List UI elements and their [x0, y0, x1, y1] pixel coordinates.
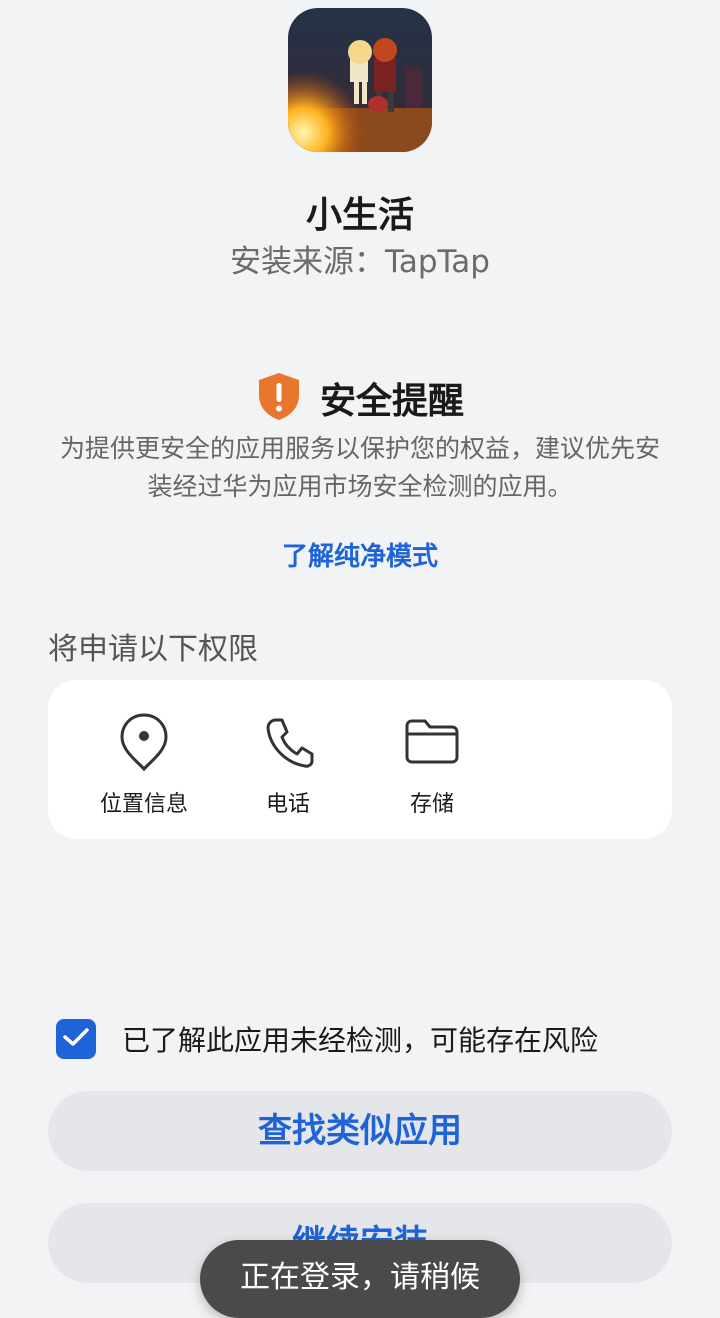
consent-row[interactable]: 已了解此应用未经检测，可能存在风险: [56, 1019, 598, 1059]
permission-label: 电话: [265, 792, 310, 817]
shield-alert-icon: [256, 371, 302, 425]
folder-icon: [372, 712, 492, 772]
app-name: 小生活: [305, 195, 414, 236]
warning-text: 为提供更安全的应用服务以保护您的权益，建议优先安装经过华为应用市场安全检测的应用…: [59, 434, 660, 501]
permission-label: 位置信息: [99, 792, 188, 817]
permission-label: 存储: [409, 792, 454, 817]
permissions-card: 位置信息 电话 存储: [48, 680, 672, 839]
toast-message: 正在登录，请稍候: [200, 1240, 520, 1318]
app-icon: [288, 8, 432, 152]
location-pin-icon: [84, 712, 204, 772]
permissions-heading: 将申请以下权限: [48, 632, 258, 667]
permission-phone: 电话: [228, 712, 348, 818]
consent-checkbox[interactable]: [56, 1019, 96, 1059]
permission-storage: 存储: [372, 712, 492, 818]
phone-icon: [228, 712, 348, 772]
permission-location: 位置信息: [84, 712, 204, 818]
install-source: 安装来源：TapTap: [230, 244, 490, 280]
warning-title: 安全提醒: [319, 381, 464, 422]
find-similar-apps-button[interactable]: 查找类似应用: [48, 1091, 672, 1171]
security-warning-header: 安全提醒: [0, 372, 720, 424]
learn-pure-mode-link[interactable]: 了解纯净模式: [0, 536, 720, 573]
checkmark-icon: [63, 1027, 89, 1051]
consent-text: 已了解此应用未经检测，可能存在风险: [122, 1024, 599, 1057]
